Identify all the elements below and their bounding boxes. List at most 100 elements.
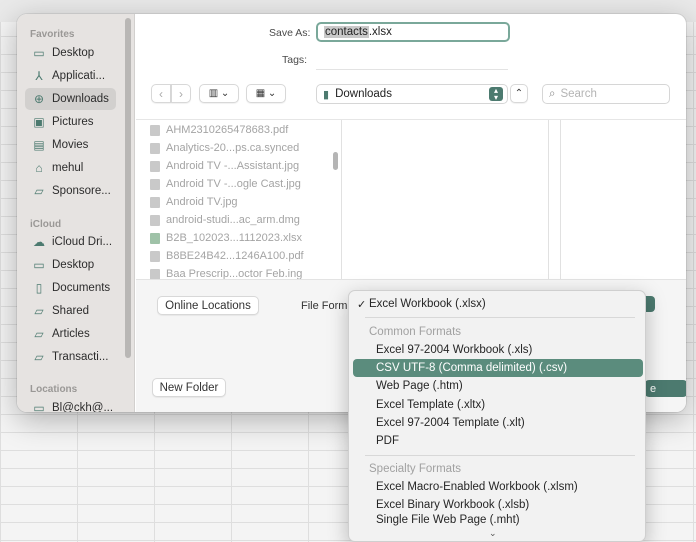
- file-name: android-studi...ac_arm.dmg: [166, 214, 300, 226]
- dmg-file-icon: [150, 214, 160, 226]
- menu-item-xlsm[interactable]: Excel Macro-Enabled Workbook (.xlsm): [353, 478, 643, 496]
- file-item[interactable]: Android TV -...ogle Cast.jpg: [150, 178, 301, 190]
- file-icon: [150, 268, 160, 280]
- sidebar-item-articles[interactable]: ▱ Articles: [25, 323, 116, 345]
- checkmark-icon: ✓: [357, 298, 367, 311]
- sidebar-item-downloads[interactable]: ⊕ Downloads: [25, 88, 116, 110]
- file-format-popup-edge[interactable]: [645, 296, 655, 312]
- file-icon: [150, 142, 160, 154]
- file-name: B2B_102023...1112023.xlsx: [166, 232, 302, 244]
- new-folder-button[interactable]: New Folder: [152, 378, 226, 397]
- image-file-icon: [150, 160, 160, 172]
- file-item[interactable]: AHM2310265478683.pdf: [150, 124, 288, 136]
- menu-item-xltx[interactable]: Excel Template (.xltx): [353, 396, 643, 414]
- sidebar-item-documents[interactable]: ▯ Documents: [25, 277, 116, 299]
- sidebar-item-label: Documents: [52, 282, 111, 294]
- menu-item-mht[interactable]: Single File Web Page (.mht): [353, 514, 643, 526]
- sidebar-item-icloud-desktop[interactable]: ▭ Desktop: [25, 254, 116, 276]
- sidebar-item-sponsored[interactable]: ▱ Sponsore...: [25, 180, 116, 202]
- sidebar-item-label: Movies: [52, 139, 89, 151]
- grid-view-icon: ▦ ⌄: [255, 88, 277, 99]
- file-format-label: File Form: [301, 300, 348, 312]
- file-item[interactable]: android-studi...ac_arm.dmg: [150, 214, 300, 226]
- file-item[interactable]: Android TV -...Assistant.jpg: [150, 160, 299, 172]
- sidebar-item-label: Applicati...: [52, 70, 106, 82]
- sidebar-item-transactions[interactable]: ▱ Transacti...: [25, 346, 116, 368]
- image-file-icon: [150, 178, 160, 190]
- file-name: Android TV.jpg: [166, 196, 238, 208]
- sidebar-item-shared[interactable]: ▱ Shared: [25, 300, 116, 322]
- file-item[interactable]: Analytics-20...ps.ca.synced: [150, 142, 299, 154]
- sidebar-item-movies[interactable]: ▤ Movies: [25, 134, 116, 156]
- downloads-icon: ⊕: [33, 92, 45, 106]
- sidebar-item-label: Downloads: [52, 93, 109, 105]
- folder-icon: ▱: [34, 184, 44, 198]
- sidebar-item-label: Pictures: [52, 116, 94, 128]
- save-as-label: Save As:: [269, 27, 311, 39]
- filename-extension: .xlsx: [368, 26, 392, 38]
- sidebar-scrollbar[interactable]: [125, 18, 131, 358]
- sidebar-item-label: Transacti...: [52, 351, 109, 363]
- sidebar-item-pictures[interactable]: ▣ Pictures: [25, 111, 116, 133]
- chevron-up-icon: ⌃: [514, 88, 524, 99]
- column-divider[interactable]: [341, 120, 342, 280]
- sidebar-item-label: iCloud Dri...: [52, 236, 113, 248]
- menu-item-htm[interactable]: Web Page (.htm): [353, 377, 643, 395]
- file-name: Android TV -...ogle Cast.jpg: [166, 178, 301, 190]
- column-divider[interactable]: [560, 120, 561, 280]
- sidebar-item-label: Bl@ckh@...: [52, 402, 114, 412]
- column-divider[interactable]: [548, 120, 549, 280]
- applications-icon: ⅄: [35, 69, 43, 83]
- sidebar-item-label: Desktop: [52, 47, 95, 59]
- file-item[interactable]: Android TV.jpg: [150, 196, 238, 208]
- pdf-file-icon: [150, 124, 160, 136]
- column-scrollbar[interactable]: [333, 152, 338, 170]
- sidebar-item-label: Desktop: [52, 259, 95, 271]
- sidebar-item-home[interactable]: ⌂ mehul: [25, 157, 116, 179]
- menu-item-xls[interactable]: Excel 97-2004 Workbook (.xls): [353, 341, 643, 359]
- sidebar-item-label: mehul: [52, 162, 84, 174]
- sidebar-item-label: Shared: [52, 305, 90, 317]
- movies-icon: ▤: [33, 138, 45, 152]
- save-button[interactable]: e: [644, 380, 686, 397]
- location-label: Downloads: [335, 88, 392, 100]
- file-name: Android TV -...Assistant.jpg: [166, 160, 300, 172]
- menu-item-xlsb[interactable]: Excel Binary Workbook (.xlsb): [353, 496, 643, 514]
- filename-selected-text: contacts: [324, 26, 369, 38]
- location-popup[interactable]: ▮ Downloads ▴ ▾: [316, 84, 508, 104]
- tags-input[interactable]: [316, 52, 508, 70]
- folder-icon: ▮: [323, 88, 330, 101]
- group-button[interactable]: ▦ ⌄: [246, 84, 286, 103]
- sidebar-item-disk[interactable]: ▭ Bl@ckh@...: [25, 397, 116, 412]
- search-field[interactable]: ⌕ Search: [542, 84, 670, 104]
- file-name: Analytics-20...ps.ca.synced: [166, 142, 300, 154]
- sidebar-item-icloud-drive[interactable]: ☁ iCloud Dri...: [25, 231, 116, 253]
- menu-item-csv-utf8[interactable]: CSV UTF-8 (Comma delimited) (.csv): [353, 359, 643, 377]
- online-locations-button[interactable]: Online Locations: [157, 296, 259, 315]
- view-mode-button[interactable]: ▥ ⌄: [199, 84, 239, 103]
- file-name: B8BE24B42...1246A100.pdf: [166, 250, 304, 262]
- folder-icon: ▱: [34, 350, 44, 364]
- menu-item-xlsx-selected[interactable]: ✓ Excel Workbook (.xlsx): [353, 295, 643, 313]
- file-item[interactable]: B2B_102023...1112023.xlsx: [150, 232, 302, 244]
- documents-icon: ▯: [35, 281, 43, 295]
- file-item[interactable]: B8BE24B42...1246A100.pdf: [150, 250, 304, 262]
- image-file-icon: [150, 196, 160, 208]
- sidebar: Favorites ▭ Desktop ⅄ Applicati... ⊕ Dow…: [17, 14, 135, 412]
- chevron-right-icon: ›: [179, 86, 183, 101]
- menu-item-xlt[interactable]: Excel 97-2004 Template (.xlt): [353, 414, 643, 432]
- back-button[interactable]: ‹: [151, 84, 171, 103]
- file-format-menu: ✓ Excel Workbook (.xlsx) Common Formats …: [348, 290, 646, 542]
- collapse-button[interactable]: ⌃: [510, 84, 528, 103]
- sidebar-item-label: Sponsore...: [52, 185, 111, 197]
- sidebar-section-icloud: iCloud: [30, 219, 62, 230]
- sidebar-item-desktop[interactable]: ▭ Desktop: [25, 42, 116, 64]
- forward-button[interactable]: ›: [171, 84, 191, 103]
- save-as-input[interactable]: contacts .xlsx: [316, 22, 510, 42]
- menu-scroll-down-icon[interactable]: ⌄: [489, 528, 497, 539]
- search-placeholder: Search: [560, 88, 597, 100]
- home-icon: ⌂: [35, 161, 43, 175]
- menu-item-pdf[interactable]: PDF: [353, 432, 643, 450]
- xlsx-file-icon: [150, 232, 160, 244]
- sidebar-item-applications[interactable]: ⅄ Applicati...: [25, 65, 116, 87]
